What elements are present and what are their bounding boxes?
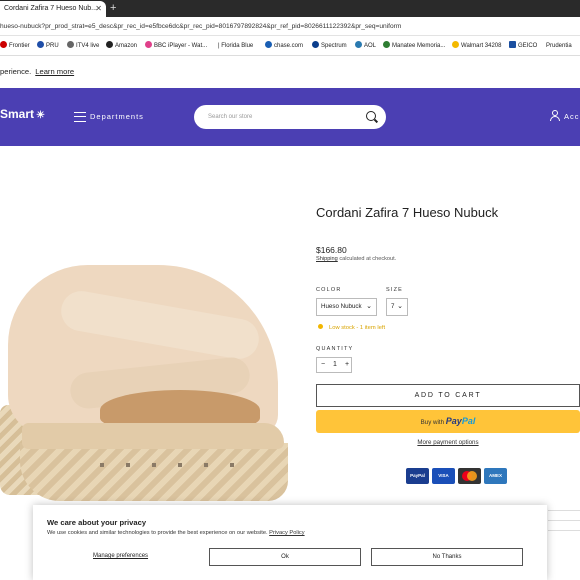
- size-label: SIZE: [386, 287, 404, 293]
- quantity-label: QUANTITY: [316, 346, 354, 352]
- logo-text: Smart: [0, 107, 35, 121]
- paypal-prefix: Buy with: [420, 419, 445, 426]
- bookmark-itv4[interactable]: ITV4 live: [67, 36, 99, 56]
- size-select[interactable]: 7 ⌄: [386, 298, 408, 316]
- bookmark-chase[interactable]: chase.com: [265, 36, 303, 56]
- cookie-consent-banner: We care about your privacy We use cookie…: [33, 505, 547, 580]
- bookmark-walmart[interactable]: Walmart 34208: [452, 36, 501, 56]
- chevron-down-icon: ⌄: [397, 303, 403, 310]
- close-icon[interactable]: ✕: [95, 1, 102, 17]
- bookmark-icon: [452, 41, 459, 48]
- bookmark-icon: [67, 41, 74, 48]
- store-logo[interactable]: Smart ☀: [0, 107, 45, 121]
- color-value: Hueso Nubuck: [321, 303, 362, 310]
- bookmark-prudential[interactable]: Prudentia: [546, 36, 572, 56]
- stock-dot-icon: [318, 324, 323, 329]
- decrement-button[interactable]: −: [317, 358, 329, 372]
- cookie-notice-bar: perience. Learn more: [0, 57, 580, 87]
- bookmarks-bar: Frontier PRU ITV4 live Amazon BBC iPlaye…: [0, 36, 580, 56]
- quantity-value[interactable]: 1: [329, 358, 341, 372]
- notice-text: perience.: [0, 67, 32, 76]
- hamburger-menu-icon[interactable]: [74, 112, 86, 122]
- right-edge-divider: [548, 510, 580, 550]
- bookmark-icon: [265, 41, 272, 48]
- color-select[interactable]: Hueso Nubuck ⌄: [316, 298, 377, 316]
- stock-status: Low stock - 1 item left: [318, 324, 385, 331]
- paypal-card-icon: PayPal: [406, 468, 429, 484]
- lightbulb-icon: ☀: [36, 110, 45, 121]
- bookmark-bbc-iplayer[interactable]: BBC iPlayer - Wat...: [145, 36, 207, 56]
- size-value: 7: [391, 303, 395, 310]
- search-icon[interactable]: [366, 111, 376, 121]
- bookmark-manatee-memorial[interactable]: Manatee Memoria...: [383, 36, 445, 56]
- bookmark-florida-blue[interactable]: | Florida Blue: [218, 36, 253, 56]
- cookie-text: We use cookies and similar technologies …: [47, 530, 305, 536]
- bookmark-icon: [0, 41, 7, 48]
- bookmark-icon: [355, 41, 362, 48]
- privacy-policy-link[interactable]: Privacy Policy: [269, 530, 304, 536]
- search-placeholder: Search our store: [208, 114, 253, 120]
- add-to-cart-button[interactable]: ADD TO CART: [316, 384, 580, 407]
- browser-tab[interactable]: Cordani Zafira 7 Hueso Nub... ✕: [0, 1, 106, 17]
- product-image[interactable]: [0, 255, 290, 505]
- cookie-title: We care about your privacy: [47, 518, 147, 527]
- product-title: Cordani Zafira 7 Hueso Nubuck: [316, 205, 499, 220]
- tab-title: Cordani Zafira 7 Hueso Nub...: [4, 5, 97, 12]
- mastercard-icon: [458, 468, 481, 484]
- quantity-stepper[interactable]: − 1 +: [316, 357, 352, 373]
- product-price: $166.80: [316, 245, 347, 255]
- bookmark-icon: [509, 41, 516, 48]
- more-payment-options-link[interactable]: More payment options: [316, 439, 580, 446]
- paypal-logo: PayPal: [445, 416, 476, 426]
- browser-tab-bar: Cordani Zafira 7 Hueso Nub... ✕ +: [0, 0, 580, 17]
- paypal-button[interactable]: Buy with PayPal: [316, 410, 580, 433]
- color-label: COLOR: [316, 287, 342, 293]
- bookmark-frontier[interactable]: Frontier: [0, 36, 30, 56]
- increment-button[interactable]: +: [341, 358, 353, 372]
- shipping-note: Shipping calculated at checkout.: [316, 256, 397, 262]
- ok-button[interactable]: Ok: [209, 548, 361, 566]
- manage-preferences-link[interactable]: Manage preferences: [93, 553, 148, 559]
- new-tab-button[interactable]: +: [110, 0, 116, 17]
- address-bar[interactable]: hueso-nubuck?pr_prod_strat=e5_desc&pr_re…: [0, 17, 580, 36]
- visa-card-icon: VISA: [432, 468, 455, 484]
- amex-card-icon: AMEX: [484, 468, 507, 484]
- learn-more-link[interactable]: Learn more: [35, 67, 74, 76]
- bookmark-geico[interactable]: GEICO: [509, 36, 537, 56]
- store-header: Smart ☀ Departments Search our store Acc: [0, 88, 580, 146]
- account-link[interactable]: Acc: [564, 112, 580, 121]
- bookmark-amazon[interactable]: Amazon: [106, 36, 137, 56]
- bookmark-aol[interactable]: AOL: [355, 36, 376, 56]
- chevron-down-icon: ⌄: [366, 303, 372, 310]
- departments-menu[interactable]: Departments: [90, 112, 144, 121]
- bookmark-icon: [383, 41, 390, 48]
- bookmark-icon: [145, 41, 152, 48]
- search-input[interactable]: Search our store: [194, 105, 386, 129]
- no-thanks-button[interactable]: No Thanks: [371, 548, 523, 566]
- shipping-link[interactable]: Shipping: [316, 256, 338, 262]
- bookmark-icon: [106, 41, 113, 48]
- bookmark-icon: [37, 41, 44, 48]
- bookmark-pru[interactable]: PRU: [37, 36, 59, 56]
- account-icon[interactable]: [550, 110, 560, 121]
- bookmark-icon: [312, 41, 319, 48]
- url-text[interactable]: hueso-nubuck?pr_prod_strat=e5_desc&pr_re…: [0, 17, 401, 36]
- bookmark-spectrum[interactable]: Spectrum: [312, 36, 347, 56]
